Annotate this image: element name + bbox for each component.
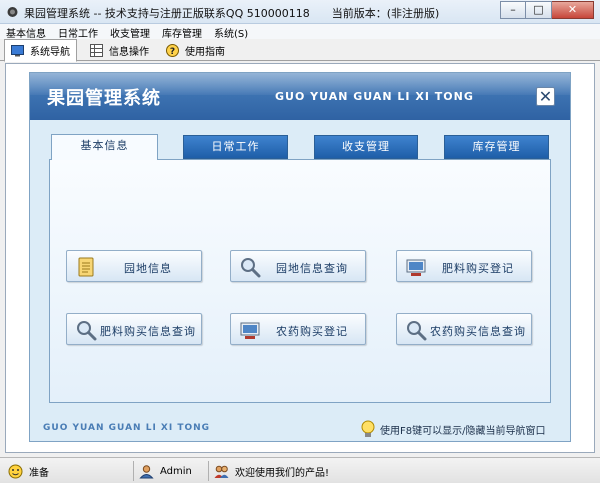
fertilizer-purchase-query-label: 肥料购买信息查询 (100, 325, 196, 338)
smiley-icon (8, 464, 23, 478)
pesticide-purchase-register-button[interactable]: 农药购买登记 (230, 313, 366, 345)
tab-system-nav-label: 系统导航 (30, 47, 70, 58)
lightbulb-icon (361, 420, 375, 437)
user-icon (139, 464, 154, 478)
status-welcome: 欢迎使用我们的产品! (214, 461, 329, 481)
menu-finance[interactable]: 收支管理 (104, 24, 156, 40)
magnifier-icon (407, 321, 427, 341)
status-user: Admin (139, 461, 192, 481)
menu-bar: 基本信息 日常工作 收支管理 库存管理 系统(S) (0, 24, 600, 40)
fertilizer-purchase-register-button[interactable]: 肥料购买登记 (396, 250, 532, 282)
menu-inventory[interactable]: 库存管理 (156, 24, 208, 40)
tab-info-ops-label: 信息操作 (109, 46, 149, 58)
tab-system-nav[interactable]: 系统导航 (4, 39, 77, 62)
magnifier-icon (77, 321, 97, 341)
maximize-icon: □ (533, 3, 544, 16)
menu-system[interactable]: 系统(S) (208, 24, 254, 40)
panel-footer-text: GUO YUAN GUAN LI XI TONG (43, 423, 211, 433)
status-ready-text: 准备 (29, 467, 49, 479)
panel-footer-tip: 使用F8键可以显示/隐藏当前导航窗口 (360, 419, 545, 439)
inner-tab-daily-work[interactable]: 日常工作 (183, 135, 288, 159)
minimize-icon: – (510, 3, 516, 16)
title-bar: 果园管理系统 -- 技术支持与注册正版联系QQ 510000118 当前版本：(… (0, 0, 600, 24)
window-title: 果园管理系统 -- 技术支持与注册正版联系QQ 510000118 当前版本：(… (24, 7, 440, 20)
monitor-icon (11, 45, 24, 57)
status-divider (208, 461, 209, 481)
maximize-button[interactable]: □ (526, 1, 552, 19)
menu-daily-work[interactable]: 日常工作 (52, 24, 104, 40)
notepad-icon (78, 257, 94, 277)
tab-user-guide-label: 使用指南 (185, 46, 225, 58)
pesticide-purchase-query-label: 农药购买信息查询 (430, 325, 526, 338)
grid-icon (90, 43, 103, 57)
orchard-info-label: 园地信息 (124, 262, 172, 275)
fertilizer-purchase-register-label: 肥料购买登记 (442, 262, 514, 275)
inner-tab-finance[interactable]: 收支管理 (314, 135, 418, 159)
status-divider (133, 461, 134, 481)
tab-user-guide[interactable]: ? 使用指南 (160, 39, 231, 61)
app-tab-bar: 系统导航 信息操作 ? 使用指南 (0, 39, 600, 62)
help-icon: ? (166, 43, 179, 57)
panel-title: 果园管理系统 (47, 88, 161, 109)
panel-header: 果园管理系统 GUO YUAN GUAN LI XI TONG ✕ (30, 73, 570, 120)
pesticide-purchase-register-label: 农药购买登记 (276, 325, 348, 338)
close-icon: ✕ (538, 87, 553, 106)
menu-basic-info[interactable]: 基本信息 (0, 24, 52, 40)
inner-tab-inventory[interactable]: 库存管理 (444, 135, 549, 159)
users-icon (214, 465, 229, 478)
app-logo-icon (7, 7, 18, 17)
minimize-button[interactable]: – (500, 1, 526, 19)
fertilizer-purchase-query-button[interactable]: 肥料购买信息查询 (66, 313, 202, 345)
magnifier-icon (241, 258, 261, 278)
status-welcome-text: 欢迎使用我们的产品! (235, 467, 330, 479)
register-icon (240, 322, 260, 339)
navigation-panel: 果园管理系统 GUO YUAN GUAN LI XI TONG ✕ 基本信息 日… (29, 72, 571, 442)
f8-hint-text: 使用F8键可以显示/隐藏当前导航窗口 (380, 425, 546, 437)
register-icon (406, 259, 426, 276)
status-bar: 准备 Admin 欢迎使用我们的产品! (0, 457, 600, 483)
orchard-info-button[interactable]: 园地信息 (66, 250, 202, 282)
panel-close-button[interactable]: ✕ (536, 87, 555, 106)
status-user-text: Admin (160, 465, 192, 477)
status-ready: 准备 (8, 461, 49, 481)
tab-info-ops[interactable]: 信息操作 (84, 39, 155, 61)
svg-text:?: ? (170, 47, 175, 57)
pesticide-purchase-query-button[interactable]: 农药购买信息查询 (396, 313, 532, 345)
inner-tab-basic-info[interactable]: 基本信息 (51, 134, 158, 160)
panel-subtitle: GUO YUAN GUAN LI XI TONG (275, 90, 474, 103)
orchard-info-query-label: 园地信息查询 (276, 262, 348, 275)
close-icon: ✕ (567, 3, 578, 16)
close-window-button[interactable]: ✕ (552, 1, 594, 19)
orchard-info-query-button[interactable]: 园地信息查询 (230, 250, 366, 282)
